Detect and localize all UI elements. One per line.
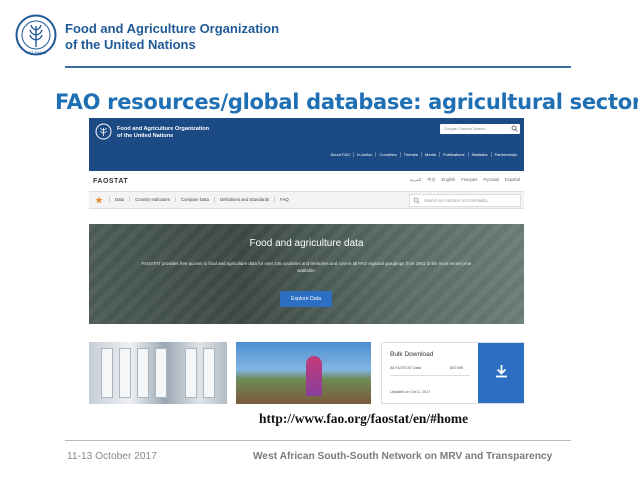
- download-button[interactable]: [478, 343, 524, 403]
- site-search-placeholder: Google Custom Search: [444, 126, 486, 131]
- faostat-nav-data[interactable]: Data: [109, 197, 129, 202]
- nav-media[interactable]: Media: [421, 152, 439, 157]
- site-search-input[interactable]: Google Custom Search: [440, 124, 520, 134]
- svg-text:FIAT PANIS: FIAT PANIS: [25, 50, 46, 55]
- lang-french[interactable]: Français: [461, 177, 477, 183]
- footer-divider: [65, 440, 571, 441]
- site-top-nav: About FAO In Action Countries Themes Med…: [289, 152, 520, 157]
- bulk-download-label: All FAOSTAT Data: [390, 366, 422, 370]
- download-icon: [496, 365, 507, 378]
- explore-data-button[interactable]: Explore Data: [280, 291, 332, 307]
- lang-russian[interactable]: Русский: [483, 177, 499, 183]
- nav-partnerships[interactable]: Partnerships: [490, 152, 520, 157]
- lang-chinese[interactable]: 中文: [427, 177, 435, 183]
- faostat-nav: Data Country Indicators Compare Data Def…: [109, 197, 294, 202]
- bulk-download-size: 820 MB: [450, 366, 464, 370]
- nav-publications[interactable]: Publications: [438, 152, 468, 157]
- fao-site-logo: [95, 123, 112, 140]
- hero-banner: Food and agriculture data FAOSTAT provid…: [89, 224, 524, 324]
- farmer-figure: [306, 356, 322, 396]
- faostat-wordmark[interactable]: FAOSTAT: [93, 178, 128, 185]
- bulk-download-card[interactable]: Bulk Download All FAOSTAT Data 820 MB Up…: [381, 342, 524, 404]
- farmer-field-image[interactable]: [236, 342, 371, 404]
- search-icon: [413, 197, 420, 204]
- nav-about-fao[interactable]: About FAO: [328, 152, 354, 157]
- lang-arabic[interactable]: العربية: [410, 177, 421, 183]
- faostat-nav-bar: Data Country Indicators Compare Data Def…: [89, 191, 524, 209]
- language-selector: العربية 中文 English Français Русский Espa…: [369, 177, 520, 183]
- nav-in-action[interactable]: In Action: [353, 152, 375, 157]
- organization-name: Food and Agriculture Organization of the…: [65, 21, 280, 52]
- faostat-search-input[interactable]: Search an Indicator or Commodity: [409, 194, 521, 207]
- faostat-search-placeholder: Search an Indicator or Commodity: [424, 198, 488, 203]
- bulk-download-title: Bulk Download: [390, 351, 434, 358]
- hero-title: Food and agriculture data: [249, 238, 364, 249]
- faostat-nav-country-indicators[interactable]: Country Indicators: [129, 197, 175, 202]
- faostat-nav-definitions[interactable]: Definitions and Standards: [213, 197, 274, 202]
- bulk-divider: [390, 375, 470, 376]
- lang-spanish[interactable]: Español: [505, 177, 520, 183]
- bulk-updated-date: Updated on Oct 2, 2017: [390, 390, 431, 394]
- header-divider: [65, 66, 571, 68]
- faostat-website-screenshot: Food and Agriculture Organization of the…: [89, 118, 524, 404]
- fao-site-header: Food and Agriculture Organization of the…: [89, 118, 524, 171]
- faostat-nav-faq[interactable]: FAQ: [274, 197, 294, 202]
- server-room-image[interactable]: [89, 342, 227, 404]
- faostat-url-caption[interactable]: http://www.fao.org/faostat/en/#home: [259, 411, 468, 427]
- fao-site-org-name: Food and Agriculture Organization of the…: [117, 126, 210, 139]
- slide-title: FAO resources/global database: agricultu…: [55, 90, 638, 114]
- footer-date: 11-13 October 2017: [67, 451, 157, 462]
- nav-statistics[interactable]: Statistics: [467, 152, 491, 157]
- nav-countries[interactable]: Countries: [375, 152, 399, 157]
- home-star-icon[interactable]: [95, 196, 103, 204]
- search-icon[interactable]: [511, 125, 518, 132]
- hero-description: FAOSTAT provides free access to food and…: [141, 261, 472, 273]
- footer-network: West African South-South Network on MRV …: [253, 451, 553, 462]
- faostat-nav-compare-data[interactable]: Compare Data: [174, 197, 214, 202]
- nav-themes[interactable]: Themes: [399, 152, 421, 157]
- fao-logo: FIAT PANIS: [15, 14, 57, 56]
- lang-english[interactable]: English: [442, 177, 456, 183]
